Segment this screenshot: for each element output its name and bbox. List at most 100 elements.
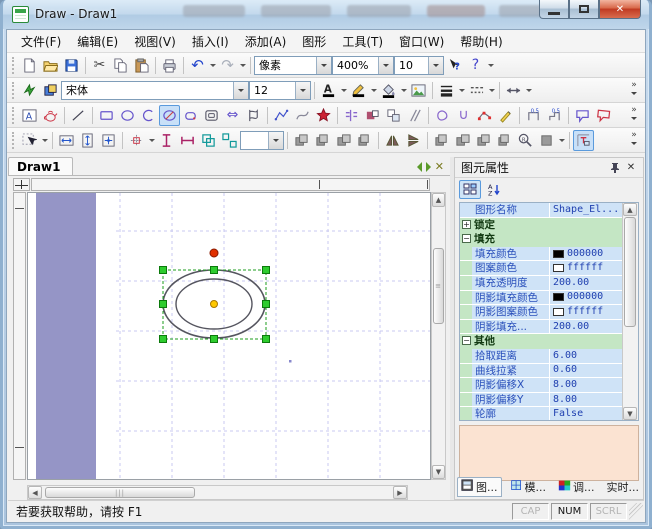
callout-icon[interactable]	[572, 105, 593, 126]
vertical-span-icon[interactable]	[156, 130, 177, 151]
toolbar-grip[interactable]	[12, 132, 16, 149]
grid-size-combo-dropdown-icon[interactable]	[428, 57, 443, 74]
snap-icon[interactable]	[126, 130, 147, 151]
filled-rect-icon[interactable]	[362, 105, 383, 126]
minimize-button[interactable]	[539, 0, 569, 19]
scroll-right-icon[interactable]: ▶	[393, 486, 407, 499]
property-row[interactable]: 填充颜色 000000	[460, 247, 622, 262]
line-color-icon-dropdown[interactable]	[369, 80, 378, 101]
property-row[interactable]: 曲线拉紧 0.60	[460, 364, 622, 379]
font-color-icon[interactable]: A	[318, 80, 339, 101]
property-value[interactable]: 8.00	[550, 393, 622, 408]
scroll-up-icon[interactable]: ▲	[623, 203, 637, 216]
help-icon-dropdown[interactable]	[486, 55, 495, 76]
selected-ellipse-shape[interactable]	[28, 193, 431, 480]
canvas-hscrollbar[interactable]: ◀ ||| ▶	[27, 485, 408, 500]
arrow-style-icon-dropdown[interactable]	[524, 80, 533, 101]
menu-item-9[interactable]: 帮助(H)	[452, 30, 510, 53]
property-value[interactable]: 000000	[550, 291, 622, 306]
menu-item-8[interactable]: 窗口(W)	[391, 30, 452, 53]
tab-scroll-left-icon[interactable]	[417, 162, 422, 172]
send-backward-icon[interactable]	[354, 130, 375, 151]
layer-combo-dropdown-icon[interactable]	[268, 132, 283, 149]
panel-close-icon[interactable]: ✕	[623, 160, 639, 175]
propgrid-scrollbar[interactable]: ▲ ▼	[622, 203, 638, 420]
fill-mode-icon[interactable]	[536, 130, 557, 151]
cut-icon[interactable]: ✂	[89, 55, 110, 76]
rounded-rect-tool-icon[interactable]	[180, 105, 201, 126]
menu-item-3[interactable]: 视图(V)	[126, 30, 184, 53]
vscrollbar-thumb[interactable]: ≡	[433, 248, 444, 324]
line-width-icon-dropdown[interactable]	[457, 80, 466, 101]
ellipse-arc-tool-icon[interactable]	[159, 105, 180, 126]
star-tool-icon[interactable]	[313, 105, 334, 126]
fill-mode-icon-dropdown[interactable]	[557, 130, 566, 151]
drawing-canvas[interactable]	[27, 192, 431, 480]
split-icon[interactable]	[341, 105, 362, 126]
toolbar-grip[interactable]	[12, 82, 16, 99]
pointer-transform-icon[interactable]	[19, 80, 40, 101]
property-value[interactable]: 6.00	[550, 349, 622, 364]
arc-tool-icon[interactable]	[138, 105, 159, 126]
resize-grip[interactable]	[629, 503, 643, 520]
document-tab[interactable]: Draw1	[8, 157, 73, 175]
property-value[interactable]: ffffff	[550, 305, 622, 320]
hscrollbar-thumb[interactable]: |||	[45, 487, 195, 498]
dash-style-icon-dropdown[interactable]	[487, 80, 496, 101]
toolbar-overflow-icon[interactable]: »	[627, 82, 643, 97]
line-color-icon[interactable]	[348, 80, 369, 101]
select-mode-icon-dropdown[interactable]	[40, 130, 49, 151]
property-row[interactable]: 阴影偏移X 8.00	[460, 378, 622, 393]
send-back-icon[interactable]	[312, 130, 333, 151]
panel-tab-3[interactable]: 调...	[554, 477, 599, 497]
property-row[interactable]: 填充透明度 200.00	[460, 276, 622, 291]
bring-forward-icon[interactable]	[333, 130, 354, 151]
font-combo[interactable]: 宋体	[61, 81, 249, 100]
menu-item-7[interactable]: 工具(T)	[334, 30, 391, 53]
property-value[interactable]: Shape_El...	[550, 203, 622, 218]
unit-combo-dropdown-icon[interactable]	[316, 57, 331, 74]
rectangle-tool-icon[interactable]	[96, 105, 117, 126]
property-row[interactable]: 阴影填充颜色 000000	[460, 291, 622, 306]
align-center-icon[interactable]	[98, 130, 119, 151]
toolbar-grip[interactable]	[12, 107, 16, 124]
layer-combo[interactable]	[240, 131, 284, 150]
canvas-vscrollbar[interactable]: ▲ ≡ ▼	[431, 192, 446, 480]
panel-tab-4[interactable]: 实时...	[603, 477, 644, 497]
propgrid-thumb[interactable]	[624, 217, 636, 327]
font-size-combo-dropdown-icon[interactable]	[295, 82, 310, 99]
property-category-row[interactable]: + 锁定	[460, 218, 622, 233]
menu-item-6[interactable]: 图形	[294, 30, 334, 53]
property-value[interactable]: ffffff	[550, 261, 622, 276]
scroll-down-icon[interactable]: ▼	[432, 465, 445, 479]
teapot-icon[interactable]	[40, 105, 61, 126]
closed-curve-icon[interactable]	[432, 105, 453, 126]
bring-front-icon[interactable]	[291, 130, 312, 151]
panel-tab-1[interactable]: 图...	[457, 477, 502, 497]
collapse-icon[interactable]: −	[462, 336, 471, 345]
property-row[interactable]: 轮廓 False	[460, 407, 622, 420]
property-row[interactable]: 阴影填充... 200.00	[460, 320, 622, 335]
property-value[interactable]: 0.60	[550, 364, 622, 379]
grid-size-combo[interactable]: 10	[394, 56, 444, 75]
categorized-view-button[interactable]	[459, 180, 481, 199]
duplicate-shape-icon[interactable]	[383, 105, 404, 126]
property-row[interactable]: 拾取距离 6.00	[460, 349, 622, 364]
save-icon[interactable]	[61, 55, 82, 76]
property-value[interactable]: 200.00	[550, 320, 622, 335]
flip-page-icon[interactable]	[243, 105, 264, 126]
mirror-icon[interactable]	[494, 130, 515, 151]
toolbar-grip[interactable]	[12, 57, 16, 74]
tab-scroll-right-icon[interactable]	[426, 162, 431, 172]
connector-b-icon[interactable]: 0.5	[544, 105, 565, 126]
snap-grid-icon[interactable]	[573, 130, 594, 151]
line-width-icon[interactable]	[436, 80, 457, 101]
scroll-down-icon[interactable]: ▼	[623, 407, 637, 420]
property-row[interactable]: 图案颜色 ffffff	[460, 261, 622, 276]
dash-style-icon[interactable]	[466, 80, 487, 101]
scroll-left-icon[interactable]: ◀	[28, 486, 42, 499]
double-rect-tool-icon[interactable]	[201, 105, 222, 126]
line-tool-icon[interactable]	[68, 105, 89, 126]
open-curve-icon[interactable]: ∪	[453, 105, 474, 126]
copy-icon[interactable]	[110, 55, 131, 76]
